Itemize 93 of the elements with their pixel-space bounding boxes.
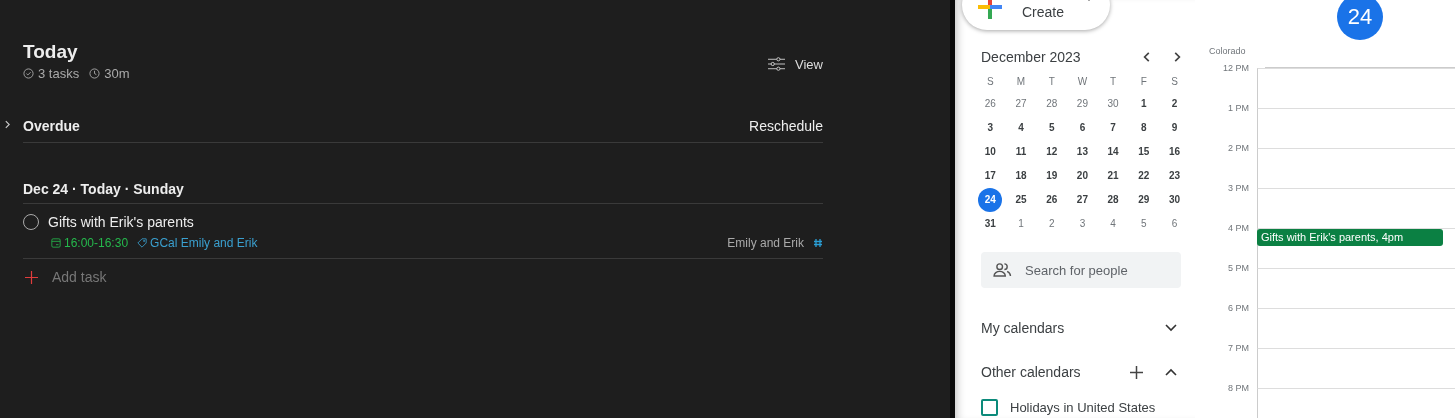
- check-circle-icon: [23, 68, 34, 79]
- time-slot[interactable]: Gifts with Erik's parents, 4pm: [1257, 228, 1455, 268]
- page-title: Today: [23, 41, 79, 63]
- calendar-day[interactable]: 19: [1039, 164, 1064, 188]
- hour-label: 7 PM: [1227, 342, 1249, 354]
- calendar-day[interactable]: 27: [1070, 188, 1095, 212]
- plus-icon: [978, 0, 1002, 19]
- calendar-day[interactable]: 4: [1101, 212, 1126, 236]
- weekday-label: S: [1170, 75, 1179, 89]
- calendar-day[interactable]: 1: [1131, 92, 1156, 116]
- task-label[interactable]: GCal Emily and Erik: [150, 236, 258, 250]
- sliders-icon: [768, 57, 786, 71]
- calendar-day[interactable]: 17: [978, 164, 1003, 188]
- calendar-day[interactable]: 26: [978, 92, 1003, 116]
- calendar-icon: [51, 238, 61, 248]
- task-count: 3 tasks: [38, 66, 80, 81]
- weekday-label: W: [1076, 75, 1089, 89]
- calendar-day[interactable]: 18: [1009, 164, 1034, 188]
- clock-icon: [89, 68, 101, 79]
- tag-icon: [137, 238, 148, 248]
- hour-label: 8 PM: [1227, 382, 1249, 394]
- calendar-day[interactable]: 29: [1131, 188, 1156, 212]
- section-title: My calendars: [981, 320, 1065, 336]
- add-task-button[interactable]: Add task: [52, 269, 107, 285]
- calendar-day[interactable]: 30: [1162, 188, 1187, 212]
- calendar-day[interactable]: 13: [1070, 140, 1095, 164]
- calendar-day[interactable]: 23: [1162, 164, 1187, 188]
- section-heading: Dec 24 · Today · Sunday: [23, 173, 823, 204]
- calendar-day[interactable]: 14: [1101, 140, 1126, 164]
- calendar-day[interactable]: 7: [1101, 116, 1126, 140]
- calendar-day[interactable]: 31: [978, 212, 1003, 236]
- calendar-day[interactable]: 10: [978, 140, 1003, 164]
- calendar-day[interactable]: 2: [1162, 92, 1187, 116]
- search-field[interactable]: Search for people: [981, 252, 1181, 288]
- calendar-day[interactable]: 20: [1070, 164, 1095, 188]
- hour-label: 3 PM: [1227, 182, 1249, 194]
- task-title[interactable]: Gifts with Erik's parents: [48, 214, 194, 230]
- calendar-event[interactable]: Gifts with Erik's parents, 4pm: [1257, 229, 1443, 246]
- calendar-day[interactable]: 21: [1101, 164, 1126, 188]
- calendar-day[interactable]: 24: [978, 188, 1003, 212]
- calendar-day[interactable]: 12: [1039, 140, 1064, 164]
- calendar-day[interactable]: 16: [1162, 140, 1187, 164]
- calendar-day[interactable]: 5: [1039, 116, 1064, 140]
- duration: 30m: [104, 66, 130, 81]
- calendar-day[interactable]: 9: [1162, 116, 1187, 140]
- calendar-day[interactable]: 28: [1101, 188, 1126, 212]
- hour-label: 12 PM: [1222, 62, 1249, 74]
- calendar-day[interactable]: 22: [1131, 164, 1156, 188]
- calendar-day[interactable]: 30: [1101, 92, 1126, 116]
- calendar-day[interactable]: 25: [1009, 188, 1034, 212]
- calendar-day[interactable]: 27: [1009, 92, 1034, 116]
- hour-label: 5 PM: [1227, 262, 1249, 274]
- weekday-label: T: [1047, 75, 1056, 89]
- hash-icon: [813, 238, 823, 248]
- calendar-day[interactable]: 6: [1162, 212, 1187, 236]
- calendar-day[interactable]: 15: [1131, 140, 1156, 164]
- calendar-day[interactable]: 29: [1070, 92, 1095, 116]
- calendar-day[interactable]: 6: [1070, 116, 1095, 140]
- chevron-icon[interactable]: [3, 120, 12, 129]
- hour-label: 1 PM: [1227, 102, 1249, 114]
- calendar-day[interactable]: 3: [978, 116, 1003, 140]
- section-title: Other calendars: [981, 364, 1081, 380]
- section-title: Overdue: [23, 118, 80, 134]
- plus-icon[interactable]: [1130, 365, 1143, 379]
- hour-label: 6 PM: [1227, 302, 1249, 314]
- calendar-name[interactable]: Holidays in United States: [1010, 400, 1156, 415]
- chevron-icon[interactable]: [1165, 368, 1177, 376]
- chevron-icon[interactable]: [1165, 324, 1177, 332]
- view-button[interactable]: View: [768, 49, 823, 79]
- calendar-day[interactable]: 3: [1070, 212, 1095, 236]
- reschedule-button[interactable]: Reschedule: [749, 118, 823, 134]
- month-title: December 2023: [981, 49, 1082, 65]
- calendar-day[interactable]: 4: [1009, 116, 1034, 140]
- calendar-day[interactable]: 5: [1131, 212, 1156, 236]
- calendar-day[interactable]: 1: [1009, 212, 1034, 236]
- hour-label: 2 PM: [1227, 142, 1249, 154]
- task-time: 16:00-16:30: [64, 236, 129, 250]
- calendar-day[interactable]: 28: [1039, 92, 1064, 116]
- calendar-checkbox[interactable]: [981, 399, 998, 416]
- calendar-day[interactable]: 11: [1009, 140, 1034, 164]
- calendar-day[interactable]: 8: [1131, 116, 1156, 140]
- timezone-label: Colorado: [1209, 46, 1246, 56]
- calendar-day[interactable]: 26: [1039, 188, 1064, 212]
- project-name[interactable]: Emily and Erik: [727, 236, 804, 250]
- create-button[interactable]: Create: [962, 0, 1110, 30]
- weekday-label: S: [986, 75, 995, 89]
- weekday-label: F: [1139, 75, 1148, 89]
- plus-icon[interactable]: [25, 270, 38, 284]
- date-badge[interactable]: 24: [1337, 0, 1383, 40]
- weekday-label: T: [1109, 75, 1118, 89]
- weekday-label: M: [1015, 75, 1027, 89]
- hour-label: 4 PM: [1227, 222, 1249, 234]
- calendar-day[interactable]: 2: [1039, 212, 1064, 236]
